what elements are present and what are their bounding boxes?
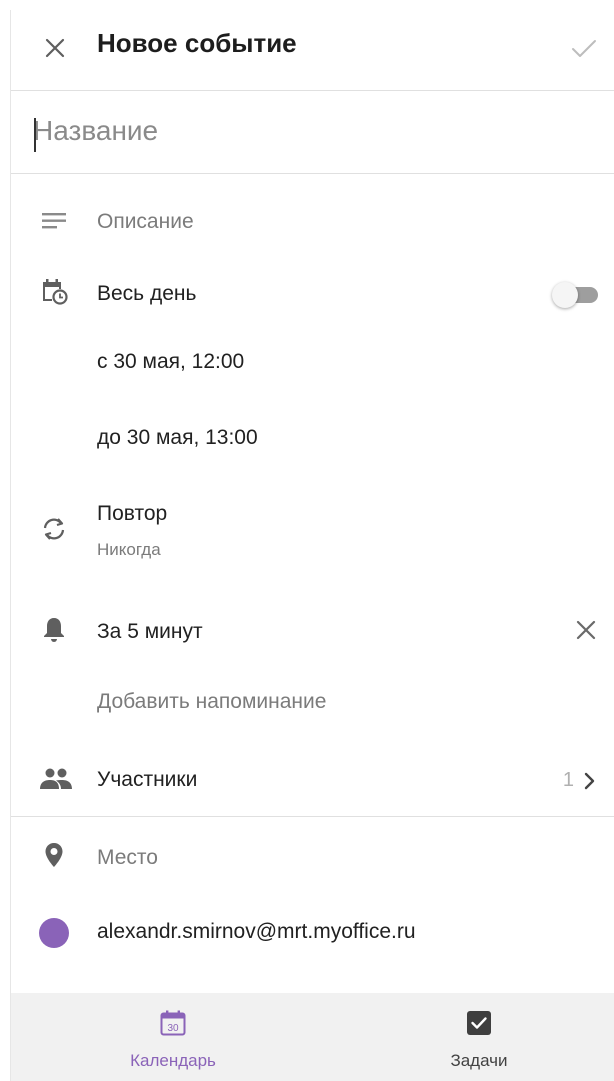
- start-datetime-row[interactable]: с 30 мая, 12:00: [11, 336, 614, 390]
- place-row[interactable]: Место: [11, 826, 614, 886]
- description-label: Описание: [97, 210, 194, 233]
- start-datetime-label: с 30 мая, 12:00: [97, 350, 245, 373]
- bell-icon: [44, 618, 64, 642]
- end-datetime-label: до 30 мая, 13:00: [97, 426, 258, 449]
- reminder-label: За 5 минут: [97, 620, 203, 643]
- calendar-icon: 30: [160, 1010, 186, 1036]
- calendar-clock-icon: [43, 279, 68, 305]
- toggle-thumb: [552, 282, 578, 308]
- repeat-value: Никогда: [97, 540, 161, 559]
- participants-label: Участники: [97, 768, 198, 791]
- participants-count: 1: [562, 769, 574, 791]
- calendar-account-row[interactable]: alexandr.smirnov@mrt.myoffice.ru: [11, 902, 614, 962]
- check-icon: [572, 40, 596, 57]
- nav-tab-tasks-label: Задачи: [450, 1051, 508, 1070]
- reminder-row[interactable]: За 5 минут: [11, 600, 614, 660]
- calendar-color-dot: [39, 918, 69, 948]
- description-row[interactable]: Описание: [11, 190, 614, 250]
- close-icon: [45, 38, 65, 58]
- divider: [11, 816, 614, 817]
- save-button[interactable]: [568, 32, 600, 64]
- end-datetime-row[interactable]: до 30 мая, 13:00: [11, 412, 614, 466]
- bottom-navigation: 30 Календарь Задачи: [11, 993, 614, 1081]
- participants-row[interactable]: Участники 1: [11, 748, 614, 814]
- event-editor: Новое событие Описание Весь день: [10, 10, 614, 1081]
- add-reminder-label: Добавить напоминание: [97, 690, 327, 713]
- nav-tab-tasks[interactable]: Задачи: [379, 993, 579, 1081]
- calendar-icon-day: 30: [167, 1023, 179, 1034]
- remove-reminder-icon[interactable]: [572, 616, 600, 644]
- location-pin-icon: [45, 843, 63, 867]
- nav-tab-calendar[interactable]: 30 Календарь: [73, 993, 273, 1081]
- checkbox-icon: [467, 1011, 491, 1035]
- repeat-row[interactable]: Повтор Никогда: [11, 488, 614, 568]
- app-bar: Новое событие: [11, 10, 614, 91]
- all-day-label: Весь день: [97, 282, 197, 305]
- add-reminder-row[interactable]: Добавить напоминание: [11, 676, 614, 730]
- description-icon: [42, 213, 66, 229]
- all-day-toggle[interactable]: [552, 282, 600, 308]
- text-cursor: [34, 118, 36, 152]
- calendar-account-label: alexandr.smirnov@mrt.myoffice.ru: [97, 920, 416, 943]
- event-title-input[interactable]: [33, 109, 593, 153]
- page-title: Новое событие: [97, 28, 297, 58]
- event-title-field: [11, 91, 614, 174]
- repeat-icon: [43, 518, 65, 540]
- all-day-row: Весь день: [11, 262, 614, 322]
- repeat-label: Повтор: [97, 502, 168, 525]
- place-label: Место: [97, 846, 158, 869]
- chevron-right-icon: [584, 772, 595, 790]
- nav-tab-calendar-label: Календарь: [130, 1051, 216, 1070]
- close-button[interactable]: [39, 32, 71, 64]
- people-icon: [40, 768, 72, 789]
